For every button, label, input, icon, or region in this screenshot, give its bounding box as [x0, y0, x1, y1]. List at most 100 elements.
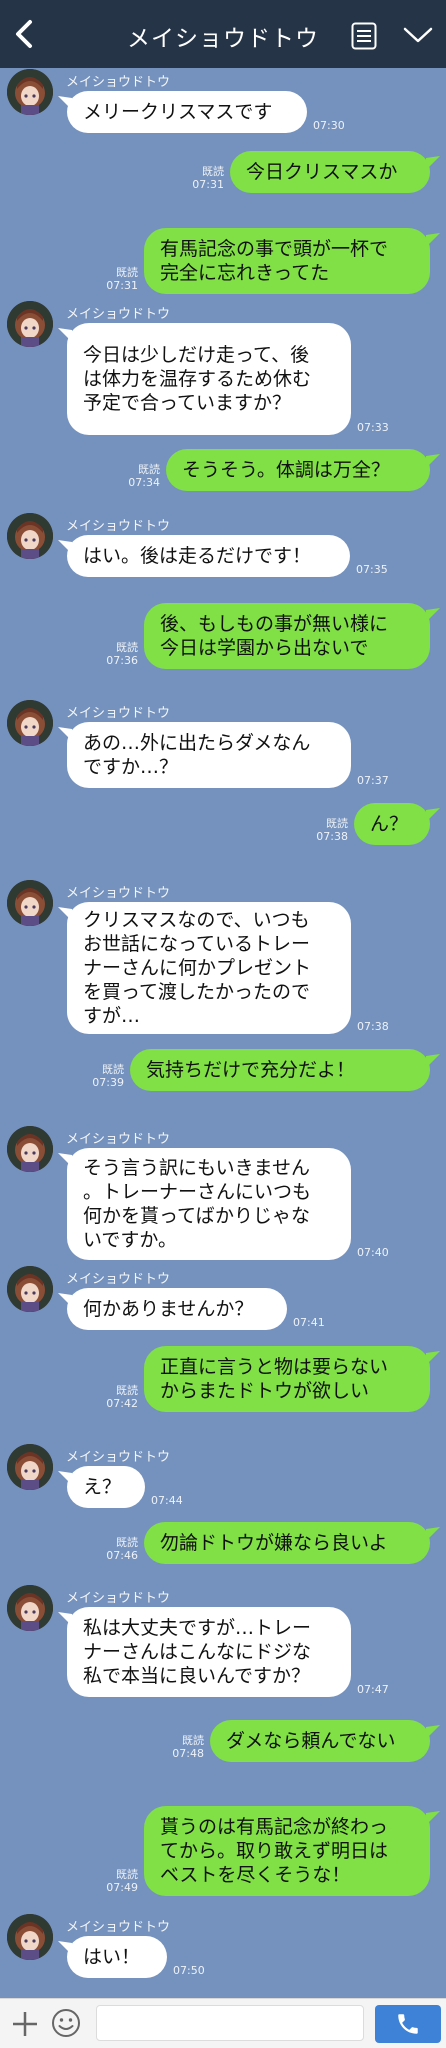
menu-button[interactable]: [351, 22, 377, 50]
call-button[interactable]: [375, 2005, 441, 2043]
contact-avatar[interactable]: [7, 1266, 53, 1312]
read-receipt: 既読 07:48: [164, 1734, 204, 1760]
message-time: 07:41: [293, 1316, 325, 1329]
message-bubble-outgoing[interactable]: そうそう。体調は万全？: [166, 449, 430, 491]
sender-name: メイショウドトウ: [66, 307, 171, 322]
read-label: 既読: [116, 641, 138, 654]
read-label: 既読: [116, 1868, 138, 1881]
sender-name: メイショウドトウ: [66, 1132, 171, 1147]
sender-name: メイショウドトウ: [66, 886, 171, 901]
message-bubble-outgoing[interactable]: 貰うのは有馬記念が終わっ てから。取り敢えず明日は ベストを尽くそうな！: [144, 1806, 430, 1896]
message-bubble-outgoing[interactable]: 有馬記念の事で頭が一杯で 完全に忘れきってた: [144, 228, 430, 294]
message-time: 07:31: [192, 178, 224, 191]
bubble-tail: [426, 1350, 442, 1365]
message-bubble-incoming[interactable]: あの…外に出たらダメなん ですか…？: [67, 722, 351, 788]
message-bubble-outgoing[interactable]: ダメなら頼んでない: [210, 1720, 430, 1762]
contact-avatar[interactable]: [7, 513, 53, 559]
smiley-icon: [52, 2009, 80, 2037]
read-receipt: 既読 07:31: [98, 266, 138, 292]
bubble-tail: [426, 1724, 442, 1739]
sender-name: メイショウドトウ: [66, 1591, 171, 1606]
sender-name: メイショウドトウ: [66, 75, 171, 90]
message-time: 07:47: [357, 1683, 389, 1696]
message-time: 07:44: [151, 1494, 183, 1507]
bubble-tail: [426, 232, 442, 247]
chevron-down-icon: [403, 27, 433, 43]
message-list[interactable]: メイショウドトウ メリークリスマスです 07:30 今日クリスマスか 既読 07:31 有馬…: [0, 68, 446, 1998]
message-bubble-incoming[interactable]: そう言う訳にもいきません 。トレーナーさんにいつも 何かを貰ってばかりじゃな い…: [67, 1148, 351, 1260]
message-time: 07:38: [357, 1020, 389, 1033]
read-receipt: 既読 07:38: [308, 817, 348, 843]
message-bubble-incoming[interactable]: クリスマスなので、いつも お世話になっているトレー ナーさんに何かプレゼント を…: [67, 902, 351, 1034]
read-receipt: 既読 07:36: [98, 641, 138, 667]
message-bubble-incoming[interactable]: はい。後は走るだけです！: [67, 535, 350, 577]
message-bubble-outgoing[interactable]: 後、もしもの事が無い様に 今日は学園から出ないで: [144, 603, 430, 669]
bubble-tail: [426, 155, 442, 170]
read-label: 既読: [102, 1063, 124, 1076]
sender-name: メイショウドトウ: [66, 1272, 171, 1287]
sender-name: メイショウドトウ: [66, 519, 171, 534]
bubble-tail: [426, 453, 442, 468]
contact-avatar[interactable]: [7, 69, 53, 115]
message-bubble-incoming[interactable]: 何かありませんか？: [67, 1288, 287, 1330]
message-bubble-outgoing[interactable]: 今日クリスマスか: [230, 151, 430, 193]
emoji-button[interactable]: [50, 2007, 82, 2039]
contact-avatar[interactable]: [7, 1914, 53, 1960]
read-label: 既読: [116, 1384, 138, 1397]
message-time: 07:36: [106, 654, 138, 667]
read-label: 既読: [182, 1734, 204, 1747]
read-label: 既読: [116, 266, 138, 279]
bubble-tail: [426, 607, 442, 622]
read-label: 既読: [326, 817, 348, 830]
read-label: 既読: [116, 1536, 138, 1549]
contact-avatar[interactable]: [7, 880, 53, 926]
contact-avatar[interactable]: [7, 1444, 53, 1490]
message-time: 07:38: [316, 830, 348, 843]
read-receipt: 既読 07:39: [84, 1063, 124, 1089]
message-bubble-incoming[interactable]: はい！: [67, 1936, 167, 1978]
read-label: 既読: [202, 165, 224, 178]
message-bubble-incoming[interactable]: 私は大丈夫ですが…トレー ナーさんはこんなにドジな 私で本当に良いんですか？: [67, 1607, 351, 1697]
read-receipt: 既読 07:46: [98, 1536, 138, 1562]
bubble-tail: [426, 1526, 442, 1541]
read-receipt: 既読 07:42: [98, 1384, 138, 1410]
sender-name: メイショウドトウ: [66, 706, 171, 721]
sender-name: メイショウドトウ: [66, 1920, 171, 1935]
composer-bar: [0, 1998, 446, 2048]
phone-icon: [398, 2014, 418, 2034]
contact-avatar[interactable]: [7, 700, 53, 746]
read-receipt: 既読 07:34: [120, 463, 160, 489]
message-time: 07:48: [172, 1747, 204, 1760]
message-input[interactable]: [96, 2005, 364, 2041]
message-time: 07:50: [173, 1964, 205, 1977]
message-bubble-outgoing[interactable]: ん？: [354, 803, 430, 845]
contact-avatar[interactable]: [7, 1126, 53, 1172]
add-button[interactable]: [10, 2009, 40, 2039]
message-time: 07:34: [128, 476, 160, 489]
plus-icon: [13, 2012, 37, 2036]
message-bubble-incoming[interactable]: え？: [67, 1466, 145, 1508]
read-label: 既読: [138, 463, 160, 476]
contact-avatar[interactable]: [7, 301, 53, 347]
message-time: 07:33: [357, 421, 389, 434]
menu-icon: [351, 22, 377, 50]
message-bubble-outgoing[interactable]: 気持ちだけで充分だよ！: [130, 1049, 430, 1091]
sender-name: メイショウドトウ: [66, 1450, 171, 1465]
chat-title: メイショウドトウ: [127, 26, 319, 52]
chat-header: メイショウドトウ: [0, 0, 446, 68]
message-bubble-incoming[interactable]: メリークリスマスです: [67, 91, 307, 133]
message-time: 07:31: [106, 279, 138, 292]
message-time: 07:46: [106, 1549, 138, 1562]
bubble-tail: [426, 1810, 442, 1825]
contact-avatar[interactable]: [7, 1585, 53, 1631]
message-time: 07:39: [92, 1076, 124, 1089]
bubble-tail: [426, 807, 442, 822]
read-receipt: 既読 07:49: [98, 1868, 138, 1894]
message-time: 07:49: [106, 1881, 138, 1894]
message-time: 07:40: [357, 1246, 389, 1259]
expand-button[interactable]: [402, 24, 434, 46]
message-bubble-incoming[interactable]: 今日は少しだけ走って、後 は体力を温存するため休む 予定で合っていますか？: [67, 323, 351, 435]
message-bubble-outgoing[interactable]: 勿論ドトウが嫌なら良いよ: [144, 1522, 430, 1564]
message-bubble-outgoing[interactable]: 正直に言うと物は要らない からまたドトウが欲しい: [144, 1346, 430, 1412]
message-time: 07:35: [356, 563, 388, 576]
